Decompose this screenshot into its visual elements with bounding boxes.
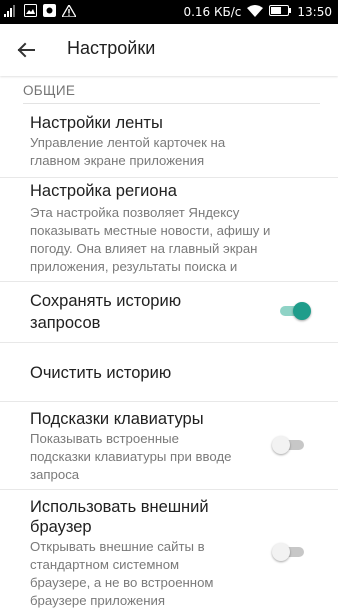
item-title: Использовать внешний: [30, 498, 209, 516]
arrow-left-icon[interactable]: [14, 38, 38, 62]
keyboard-hints-toggle[interactable]: [272, 436, 304, 454]
settings-item-feed[interactable]: Настройки ленты Управление лентой карточ…: [0, 110, 338, 176]
item-title: запросов: [30, 314, 101, 332]
item-title: браузер: [30, 518, 92, 536]
item-subtitle: Эта настройка позволяет Яндексу: [30, 205, 240, 220]
item-subtitle: Открывать внешние сайты в: [30, 539, 205, 554]
section-header-general: ОБЩИЕ: [23, 83, 76, 98]
item-subtitle: приложения, результаты поиска и: [30, 259, 238, 274]
item-subtitle: браузере, а не во встроенном: [30, 575, 214, 590]
divider: [0, 489, 338, 490]
wifi-icon: [247, 4, 264, 20]
settings-item-region[interactable]: Настройка региона Эта настройка позволяе…: [0, 180, 338, 280]
divider: [0, 177, 338, 178]
toggle-knob: [293, 302, 311, 320]
item-subtitle: подсказки клавиатуры при вводе: [30, 449, 232, 464]
toggle-knob: [272, 543, 290, 561]
shield-app-icon: [43, 4, 56, 20]
signal-bars-icon: [4, 4, 18, 20]
toggle-knob: [272, 436, 290, 454]
item-title: Сохранять историю: [30, 292, 182, 310]
item-title: Настройка региона: [30, 182, 177, 200]
save-history-toggle[interactable]: [280, 302, 311, 320]
item-title: Подсказки клавиатуры: [30, 410, 204, 428]
warning-icon: [60, 3, 78, 20]
divider: [0, 401, 338, 402]
item-subtitle: Управление лентой карточек на: [30, 135, 226, 150]
page-title: Настройки: [67, 38, 156, 58]
item-title: Очистить историю: [30, 364, 172, 382]
settings-item-clear-history[interactable]: Очистить историю: [0, 343, 338, 401]
item-subtitle: Показывать встроенные: [30, 431, 179, 446]
item-subtitle: стандартном системном: [30, 557, 180, 572]
item-subtitle: погоду. Она влияет на главный экран: [30, 241, 258, 256]
item-subtitle: запроса: [30, 467, 80, 482]
divider: [0, 281, 338, 282]
item-subtitle: главном экране приложения: [30, 153, 205, 168]
external-browser-toggle[interactable]: [272, 543, 304, 561]
item-subtitle: показывать местные новости, афишу и: [30, 223, 271, 238]
image-icon: [24, 4, 37, 20]
network-speed: 0.16 КБ/с: [183, 5, 242, 19]
app-bar: Настройки: [0, 24, 338, 76]
item-title: Настройки ленты: [30, 114, 163, 132]
status-bar: 0.16 КБ/с 13:50: [0, 0, 338, 24]
item-subtitle: браузере приложения: [30, 593, 166, 608]
section-divider: [23, 103, 320, 104]
battery-icon: [269, 5, 292, 19]
clock: 13:50: [297, 5, 332, 19]
